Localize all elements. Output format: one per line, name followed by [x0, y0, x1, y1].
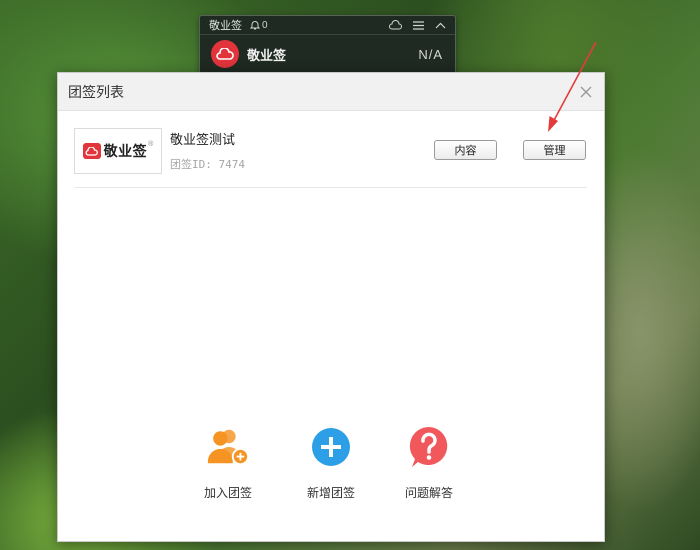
group-logo: 敬业签 ® [74, 128, 162, 174]
cloud-sync-icon[interactable] [389, 20, 402, 30]
bottom-actions: 加入团签 新增团签 问题解答 [188, 425, 488, 505]
group-id: 团签ID: 7474 [170, 158, 245, 171]
help-action[interactable]: 问题解答 [394, 425, 464, 501]
mini-widget-titlebar: 敬业签 0 [200, 16, 455, 35]
add-group-action[interactable]: 新增团签 [296, 425, 366, 501]
group-list-item: 敬业签 ® 敬业签测试 团签ID: 7474 内容 管理 [74, 126, 587, 188]
join-group-icon [206, 425, 250, 469]
app-logo-icon [211, 40, 239, 68]
dialog-header: 团签列表 [58, 73, 604, 111]
mini-widget-title: 敬业签 [209, 20, 242, 32]
mini-note-row[interactable]: 敬业签 N/A [200, 35, 455, 73]
close-icon [580, 86, 592, 97]
dialog-title: 团签列表 [68, 83, 124, 100]
manage-button[interactable]: 管理 [523, 140, 586, 160]
group-list-dialog: 团签列表 敬业签 ® 敬业签测试 团签ID: 7474 内容 管理 加入团签 新… [57, 72, 605, 542]
close-button[interactable] [578, 84, 594, 100]
help-icon [407, 425, 451, 469]
group-name: 敬业签测试 [170, 132, 236, 147]
notification-indicator[interactable]: 0 [250, 20, 268, 31]
mini-note-widget: 敬业签 0 敬业签 N/A [199, 15, 456, 75]
brand-cloud-icon [82, 143, 101, 159]
group-logo-text: 敬业签 [103, 143, 148, 159]
registered-mark: ® [148, 140, 154, 148]
join-group-label: 加入团签 [203, 486, 252, 500]
join-group-action[interactable]: 加入团签 [193, 425, 263, 501]
mini-note-name: 敬业签 [247, 47, 287, 63]
notification-count: 0 [262, 19, 268, 31]
bell-icon [250, 21, 260, 30]
mini-note-value: N/A [418, 46, 443, 62]
add-group-label: 新增团签 [306, 486, 355, 500]
add-group-icon [309, 425, 353, 469]
chevron-up-icon[interactable] [435, 22, 446, 29]
help-label: 问题解答 [404, 486, 453, 500]
menu-icon[interactable] [413, 20, 424, 30]
content-button[interactable]: 内容 [434, 140, 497, 160]
